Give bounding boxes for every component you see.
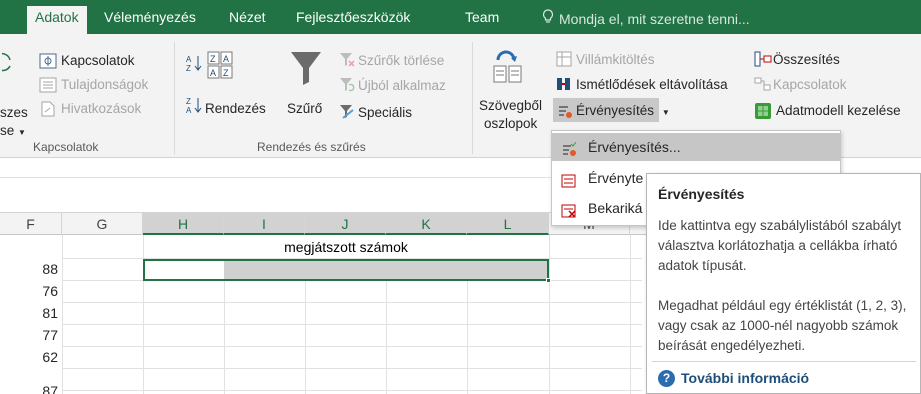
tab-team[interactable]: Team [465, 9, 499, 25]
ribbon-tab-bar: Adatok Véleményezés Nézet Fejlesztőeszkö… [0, 0, 921, 34]
more-info-link[interactable]: További információ [681, 370, 809, 386]
refresh-all-label[interactable]: szes [0, 104, 28, 121]
svg-text:A: A [223, 54, 229, 64]
tooltip-data-validation: Érvényesítés Ide kattintva egy szabályli… [646, 173, 921, 394]
menu-item-label: Érvényesítés... [588, 139, 681, 155]
filter-icon[interactable] [289, 50, 323, 89]
grid-line [62, 346, 642, 347]
help-icon: ? [658, 370, 675, 387]
tab-velemenyezes[interactable]: Véleményezés [104, 9, 196, 25]
edit-links-icon [39, 101, 57, 120]
column-header-g[interactable]: G [62, 213, 143, 235]
menu-item-data-validation[interactable]: Érvényesítés... [552, 133, 840, 161]
data-model-icon [754, 102, 772, 123]
relationships-button[interactable]: Kapcsolatok [773, 76, 847, 93]
svg-text:A: A [210, 68, 216, 78]
group-label-sort-filter: Rendezés és szűrés [257, 140, 366, 154]
grid-line [305, 280, 306, 394]
clear-filters-button[interactable]: Szűrők törlése [358, 52, 444, 69]
advanced-filter-icon [339, 104, 355, 123]
menu-item-label: Érvényte [588, 170, 644, 186]
fill-handle[interactable] [546, 278, 551, 283]
sort-az-icon[interactable]: AZ [186, 54, 202, 75]
cell-f6[interactable]: 62 [0, 347, 62, 368]
tab-fejlesztoeszkozok[interactable]: Fejlesztőeszközök [296, 9, 410, 25]
reapply-button[interactable]: Újból alkalmaz [358, 77, 446, 94]
cell-f4[interactable]: 81 [0, 303, 62, 324]
reapply-icon [339, 77, 355, 96]
formula-bar-divider [0, 177, 560, 178]
connections-button[interactable]: Kapcsolatok [61, 52, 135, 69]
remove-duplicates-button[interactable]: Ismétlődések eltávolítása [576, 76, 728, 93]
properties-button[interactable]: Tulajdonságok [61, 76, 148, 93]
column-header-f[interactable]: F [0, 213, 62, 235]
svg-text:A: A [186, 55, 192, 64]
tooltip-description-1: Ide kattintva egy szabálylistából szabál… [658, 218, 902, 273]
flash-fill-button[interactable]: Villámkitöltés [576, 51, 655, 68]
svg-text:A: A [186, 106, 192, 114]
svg-text:Z: Z [223, 68, 229, 78]
grid-line [386, 280, 387, 394]
svg-text:Z: Z [210, 54, 216, 64]
selection-border [143, 259, 549, 281]
text-to-columns-icon[interactable] [492, 50, 524, 87]
cell-f7[interactable]: 87 [0, 369, 62, 394]
sort-icon[interactable]: ZAAZ [206, 50, 236, 83]
clear-circles-icon [561, 200, 577, 228]
tab-adatok[interactable]: Adatok [27, 6, 87, 34]
sort-button[interactable]: Rendezés [205, 100, 266, 117]
data-validation-icon [557, 103, 573, 122]
chevron-down-icon: ▼ [18, 128, 26, 137]
refresh-all-label-2[interactable]: se ▼ [0, 122, 26, 141]
grid-line [62, 390, 642, 391]
group-label-connections: Kapcsolatok [33, 140, 99, 154]
tell-me-text: Mondja el, mit szeretne tenni... [559, 11, 750, 27]
flash-fill-icon [556, 51, 572, 70]
grid-line [224, 280, 225, 394]
tooltip-divider [652, 361, 916, 362]
properties-icon [39, 77, 57, 96]
advanced-filter-button[interactable]: Speciális [358, 104, 412, 121]
clear-filter-icon [339, 52, 355, 71]
consolidate-icon [754, 51, 772, 70]
grid-line [467, 280, 468, 394]
cell-f2[interactable]: 88 [0, 259, 62, 280]
consolidate-button[interactable]: Összesítés [773, 51, 840, 68]
grid-line [62, 324, 642, 325]
text-to-columns-label-2[interactable]: oszlopok [484, 115, 537, 132]
manage-data-model-button[interactable]: Adatmodell kezelése [776, 102, 901, 119]
chevron-down-icon: ▼ [661, 108, 670, 117]
edit-links-button[interactable]: Hivatkozások [61, 100, 141, 117]
svg-text:Z: Z [186, 97, 191, 106]
cell-f5[interactable]: 77 [0, 325, 62, 346]
refresh-icon[interactable] [0, 46, 12, 79]
grid-line [62, 368, 642, 369]
column-header-k[interactable]: K [386, 213, 467, 235]
tab-nezet[interactable]: Nézet [229, 9, 266, 25]
column-header-j[interactable]: J [305, 213, 386, 235]
column-header-i[interactable]: I [224, 213, 305, 235]
filter-button[interactable]: Szűrő [287, 100, 322, 117]
menu-item-label: Bekariká [588, 200, 643, 216]
column-header-l[interactable]: L [467, 213, 549, 235]
relationships-icon [754, 76, 772, 95]
connections-icon [39, 53, 57, 72]
data-validation-label[interactable]: Érvényesítés ▼ [576, 102, 670, 121]
svg-text:Z: Z [186, 64, 191, 72]
sort-za-icon[interactable]: ZA [186, 96, 202, 117]
remove-duplicates-icon [556, 76, 572, 95]
grid-line [62, 302, 642, 303]
tell-me-search[interactable]: Mondja el, mit szeretne tenni... [542, 9, 750, 27]
cell-f3[interactable]: 76 [0, 281, 62, 302]
tooltip-title: Érvényesítés [658, 186, 745, 202]
cell-f1[interactable] [0, 237, 62, 258]
lightbulb-icon [542, 9, 554, 27]
text-to-columns-label-1[interactable]: Szövegből [479, 97, 542, 114]
column-header-h[interactable]: H [143, 213, 224, 235]
group-separator [174, 42, 175, 154]
tooltip-description-2: Megadhat például egy értéklistát (1, 2, … [658, 298, 907, 353]
data-validation-icon [561, 139, 577, 167]
group-separator [472, 42, 473, 154]
merged-header-cell[interactable]: megjátszott számok [143, 239, 549, 255]
